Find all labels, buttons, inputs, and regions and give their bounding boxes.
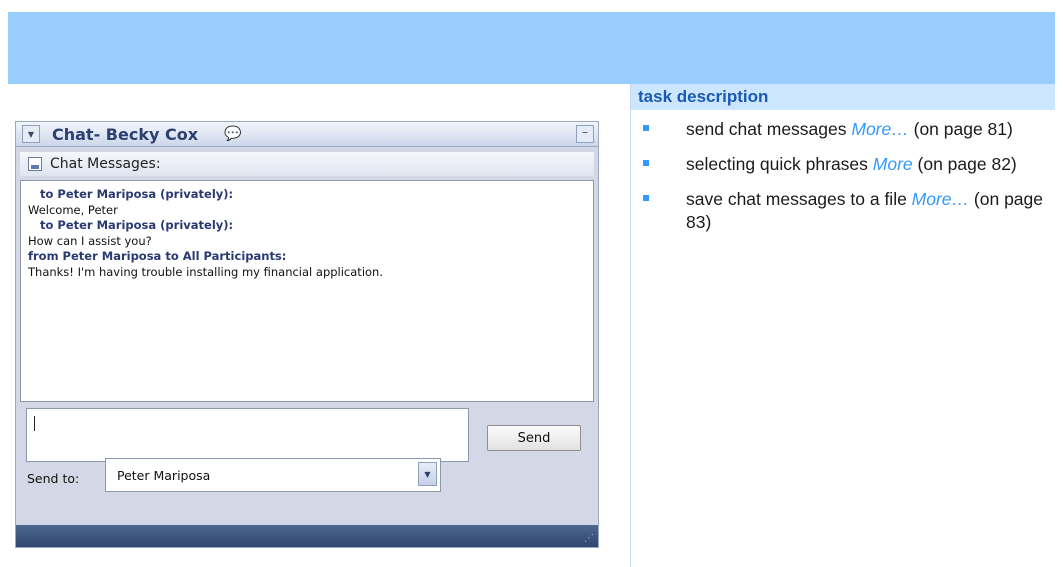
task-list: send chat messages More… (on page 81) se… bbox=[643, 118, 1053, 246]
chat-statusbar: ⋰ bbox=[16, 525, 598, 547]
send-to-label: Send to: bbox=[27, 471, 80, 486]
message-text: Thanks! I'm having trouble installing my… bbox=[28, 264, 383, 279]
minimize-icon[interactable]: – bbox=[576, 125, 594, 143]
chat-messages-panel[interactable]: to Peter Mariposa (privately): Welcome, … bbox=[20, 180, 594, 402]
message-text: How can I assist you? bbox=[28, 233, 152, 248]
message-recipient: to Peter Mariposa (privately): bbox=[40, 187, 234, 201]
task-description-header: task description bbox=[631, 84, 1055, 110]
chat-title: Chat- Becky Cox bbox=[52, 124, 199, 144]
more-link[interactable]: More bbox=[873, 154, 913, 174]
message-recipient: to Peter Mariposa (privately): bbox=[40, 218, 234, 232]
chat-window-screenshot: ▼ Chat- Becky Cox 💬 – Chat Messages: to … bbox=[15, 121, 599, 548]
send-to-value: Peter Mariposa bbox=[117, 468, 211, 483]
chat-titlebar: ▼ Chat- Becky Cox 💬 – bbox=[16, 122, 598, 147]
task-text: selecting quick phrases bbox=[686, 154, 873, 174]
page-reference: (on page 82) bbox=[912, 154, 1017, 174]
chat-bubble-icon: 💬 bbox=[224, 126, 242, 142]
chat-messages-header: Chat Messages: bbox=[20, 152, 594, 176]
page-reference: (on page 81) bbox=[908, 119, 1013, 139]
top-banner bbox=[8, 12, 1055, 84]
task-text: send chat messages bbox=[686, 119, 852, 139]
task-item: save chat messages to a file More… (on p… bbox=[643, 188, 1053, 234]
send-button[interactable]: Send bbox=[487, 425, 581, 451]
more-link[interactable]: More… bbox=[851, 119, 908, 139]
task-text: save chat messages to a file bbox=[686, 189, 912, 209]
bullet-square-icon bbox=[643, 160, 649, 166]
chat-input[interactable] bbox=[26, 408, 469, 462]
send-to-select[interactable]: Peter Mariposa ▼ bbox=[105, 458, 441, 492]
chevron-down-icon[interactable]: ▼ bbox=[418, 462, 437, 486]
bullet-square-icon bbox=[643, 125, 649, 131]
chevron-down-icon[interactable]: ▼ bbox=[22, 125, 40, 143]
bullet-square-icon bbox=[643, 195, 649, 201]
chat-messages-label: Chat Messages: bbox=[50, 156, 161, 172]
text-caret bbox=[34, 416, 35, 431]
task-item: selecting quick phrases More (on page 82… bbox=[643, 153, 1053, 176]
chat-log-icon bbox=[28, 157, 42, 171]
column-divider bbox=[630, 84, 631, 567]
resize-grip-icon[interactable]: ⋰ bbox=[584, 534, 594, 544]
message-sender: from Peter Mariposa to All Participants: bbox=[28, 249, 287, 263]
task-item: send chat messages More… (on page 81) bbox=[643, 118, 1053, 141]
message-text: Welcome, Peter bbox=[28, 202, 118, 217]
task-description-title: task description bbox=[638, 87, 769, 106]
more-link[interactable]: More… bbox=[912, 189, 969, 209]
